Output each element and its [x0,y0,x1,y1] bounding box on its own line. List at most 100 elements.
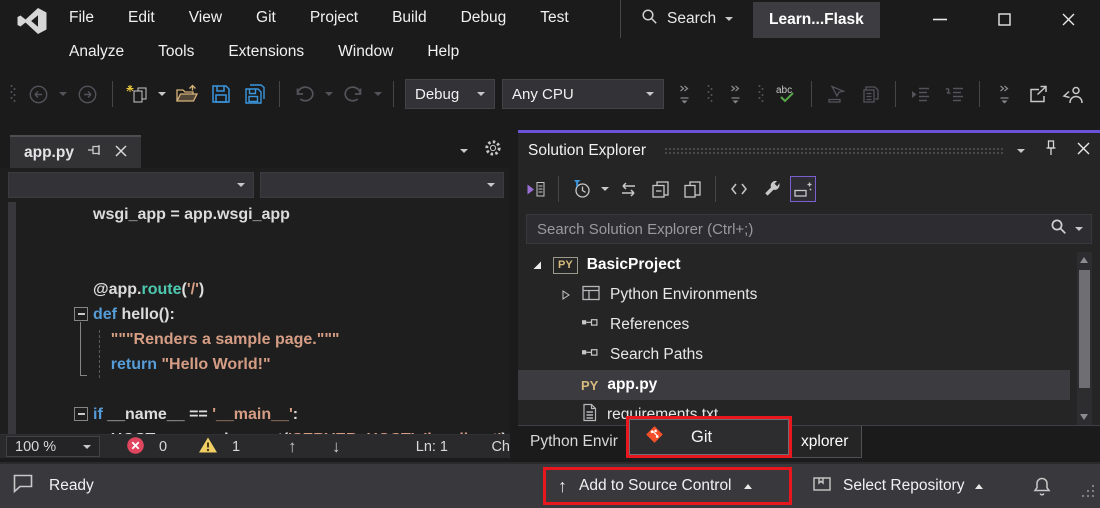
new-project-icon[interactable] [124,81,151,108]
scrollbar-thumb[interactable] [1079,270,1090,388]
scroll-down-icon[interactable] [1080,414,1088,420]
collapsed-arrow-icon[interactable] [558,289,572,301]
live-share-icon[interactable] [1059,81,1086,108]
open-file-icon[interactable] [173,81,200,108]
fold-collapse-icon[interactable] [74,307,88,321]
toolbar-overflow-icon[interactable] [722,81,749,108]
view-code-icon[interactable] [726,176,752,202]
navigation-project-dropdown[interactable] [8,172,254,198]
menu-item-window[interactable]: Window [321,34,410,70]
git-menu-item[interactable]: Git [629,419,789,455]
code-line [0,227,510,252]
error-count[interactable]: 0 [126,435,167,459]
tab-python-environments[interactable]: Python Envir [518,426,630,458]
navigate-up-icon[interactable]: ↑ [288,435,297,459]
menu-item-tools[interactable]: Tools [141,34,211,70]
show-all-files-icon[interactable] [679,176,705,202]
menu-item-view[interactable]: View [172,0,239,36]
solution-configurations-dropdown[interactable]: Debug [405,79,495,109]
format-document-icon[interactable] [941,81,968,108]
close-button[interactable] [1036,0,1100,38]
menu-item-git[interactable]: Git [239,0,293,36]
resize-grip[interactable] [1079,483,1096,505]
minimize-button[interactable] [908,0,972,38]
menu-item-test[interactable]: Test [523,0,585,36]
navigate-back-icon[interactable] [25,81,52,108]
preview-selected-items-icon[interactable] [790,176,816,202]
pin-icon[interactable] [87,143,102,162]
collapse-all-icon[interactable] [647,176,673,202]
start-debug-target-icon[interactable] [823,81,850,108]
menu-item-project[interactable]: Project [293,0,375,36]
tree-item-python-environments[interactable]: Python Environments [518,280,1078,310]
caret-down-icon[interactable] [1075,227,1083,231]
menu-item-analyze[interactable]: Analyze [52,34,141,70]
navigate-forward-icon[interactable] [74,81,101,108]
fold-collapse-icon[interactable] [74,407,88,421]
close-tab-icon[interactable] [115,144,127,162]
pending-changes-filter-icon[interactable] [569,176,595,202]
toolbar-overflow-icon[interactable] [671,81,698,108]
warning-count[interactable]: 1 [198,435,240,459]
references-icon [581,315,601,335]
close-panel-icon[interactable] [1077,142,1090,160]
switch-between-views-icon[interactable] [522,176,548,202]
undo-icon[interactable] [291,81,318,108]
notifications-bell-icon[interactable] [1032,464,1052,508]
code-editor[interactable]: wsgi_app = app.wsgi_app@app.route('/')de… [0,202,510,434]
search-icon[interactable] [1050,218,1067,240]
zoom-level-dropdown[interactable]: 100 % [6,436,100,457]
select-repository-button[interactable]: Select Repository [812,464,983,508]
maximize-button[interactable] [972,0,1036,38]
code-line [0,252,510,277]
menu-item-file[interactable]: File [52,0,111,36]
navigate-down-icon[interactable]: ↓ [332,435,341,459]
share-icon[interactable] [1025,81,1052,108]
quick-search[interactable]: Search [620,0,753,38]
menu-item-edit[interactable]: Edit [111,0,172,36]
feedback-icon[interactable] [12,473,35,499]
editor-settings-gear-icon[interactable] [484,139,502,162]
tree-item-basicproject[interactable]: PYBasicProject [518,250,1078,280]
solution-search-input[interactable] [535,220,1050,239]
caret-down-icon[interactable] [601,187,609,191]
spell-check-icon[interactable]: abc [773,81,800,108]
expanded-arrow-icon[interactable] [530,259,544,271]
caret-down-icon[interactable] [325,92,333,96]
tab-label: xplorer [801,433,848,451]
scroll-up-icon[interactable] [1080,257,1088,263]
toolbar-grip[interactable] [758,81,764,107]
tree-item-app-py[interactable]: PYapp.py [518,370,1070,400]
document-list-icon[interactable] [460,149,468,153]
toolbar-grip[interactable] [707,81,713,107]
caret-down-icon[interactable] [374,92,382,96]
tree-item-references[interactable]: References [518,310,1078,340]
menu-item-build[interactable]: Build [375,0,443,36]
panel-drag-grip[interactable] [664,147,1003,156]
save-icon[interactable] [207,81,234,108]
redo-icon[interactable] [340,81,367,108]
properties-icon[interactable] [758,176,784,202]
caret-down-icon[interactable] [158,92,166,96]
save-all-icon[interactable] [241,81,268,108]
copy-structure-icon[interactable] [857,81,884,108]
caret-down-icon[interactable] [59,92,67,96]
menu-item-extensions[interactable]: Extensions [211,34,321,70]
toolbar-overflow-icon[interactable] [991,81,1018,108]
navigation-member-dropdown[interactable] [260,172,504,198]
tree-scrollbar[interactable] [1077,252,1092,425]
add-to-source-control-button[interactable]: ↑ Add to Source Control [543,467,792,505]
pin-icon[interactable] [1045,140,1057,161]
menu-item-debug[interactable]: Debug [444,0,524,36]
window-title-button[interactable]: Learn...Flask [753,2,880,38]
tab-solution-explorer[interactable]: xplorer [788,426,862,458]
tab-app-py[interactable]: app.py [10,135,141,168]
toolbar-grip[interactable] [10,81,16,107]
menu-item-help[interactable]: Help [410,34,476,70]
sync-with-active-document-icon[interactable] [615,176,641,202]
window-position-icon[interactable] [1017,149,1025,153]
tree-item-search-paths[interactable]: Search Paths [518,340,1078,370]
solution-platforms-dropdown[interactable]: Any CPU [502,79,664,109]
solution-search-box[interactable] [526,214,1092,244]
indent-icon[interactable] [907,81,934,108]
